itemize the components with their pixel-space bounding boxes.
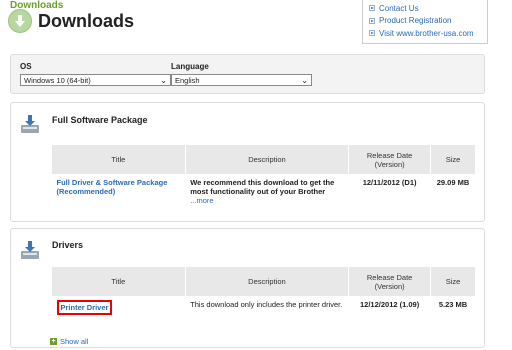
section-title: Full Software Package [52, 115, 148, 125]
row-release: 12/11/2012 (D1) [348, 174, 431, 209]
os-label: OS [20, 62, 32, 71]
contact-us-link[interactable]: Contact Us [369, 2, 481, 15]
col-release: Release Date (Version) [348, 144, 432, 175]
title-row: Downloads [8, 9, 134, 33]
col-size: Size [430, 144, 476, 175]
page-title: Downloads [38, 10, 135, 31]
show-all-link[interactable]: + Show all [50, 337, 88, 346]
language-select[interactable]: English ⌄ [171, 74, 312, 86]
more-link[interactable]: ...more [190, 196, 213, 205]
col-title: Title [51, 266, 186, 297]
chevron-down-icon: ⌄ [160, 76, 167, 85]
col-title: Title [51, 144, 186, 175]
arrow-icon [369, 30, 375, 37]
brother-usa-link[interactable]: Visit www.brother-usa.com [369, 27, 481, 40]
language-select-value: English [175, 76, 200, 85]
table-row: Full Driver & Software Package (Recommen… [51, 174, 476, 209]
download-icon [8, 9, 32, 33]
row-description: This download only includes the printer … [185, 296, 349, 331]
printer-download-icon [21, 115, 39, 133]
link-label[interactable]: Contact Us [379, 4, 419, 13]
row-description: We recommend this download to get the mo… [190, 178, 335, 196]
row-size: 29.09 MB [430, 174, 476, 209]
chevron-down-icon: ⌄ [301, 76, 308, 85]
link-label[interactable]: Product Registration [379, 16, 451, 25]
language-label: Language [171, 62, 209, 71]
printer-driver-link[interactable]: Printer Driver [56, 300, 113, 315]
os-select-value: Windows 10 (64-bit) [24, 76, 91, 85]
row-size: 5.23 MB [430, 296, 476, 331]
col-release: Release Date (Version) [348, 266, 432, 297]
arrow-icon [369, 5, 375, 12]
section-full-software: Full Software Package Title Description … [10, 102, 485, 222]
printer-download-icon [21, 241, 39, 259]
link-label[interactable]: Visit www.brother-usa.com [379, 29, 474, 38]
plus-icon: + [50, 338, 57, 345]
row-release: 12/12/2012 (1.09) [348, 296, 431, 331]
table-row: Printer Driver This download only includ… [51, 296, 476, 331]
col-description: Description [184, 144, 350, 175]
quick-links: Contact Us Product Registration Visit ww… [362, 0, 488, 44]
product-registration-link[interactable]: Product Registration [369, 15, 481, 28]
downloads-table: Title Description Release Date (Version)… [51, 266, 476, 331]
full-driver-link[interactable]: Full Driver & Software Package (Recommen… [57, 178, 168, 196]
show-all-label[interactable]: Show all [60, 337, 88, 346]
downloads-table: Title Description Release Date (Version)… [51, 144, 476, 209]
col-description: Description [184, 266, 350, 297]
filter-panel: OS Windows 10 (64-bit) ⌄ Language Englis… [10, 54, 485, 94]
section-drivers: Drivers Title Description Release Date (… [10, 228, 485, 348]
os-select[interactable]: Windows 10 (64-bit) ⌄ [20, 74, 171, 86]
col-size: Size [430, 266, 476, 297]
section-title: Drivers [52, 240, 84, 250]
arrow-icon [369, 17, 375, 24]
